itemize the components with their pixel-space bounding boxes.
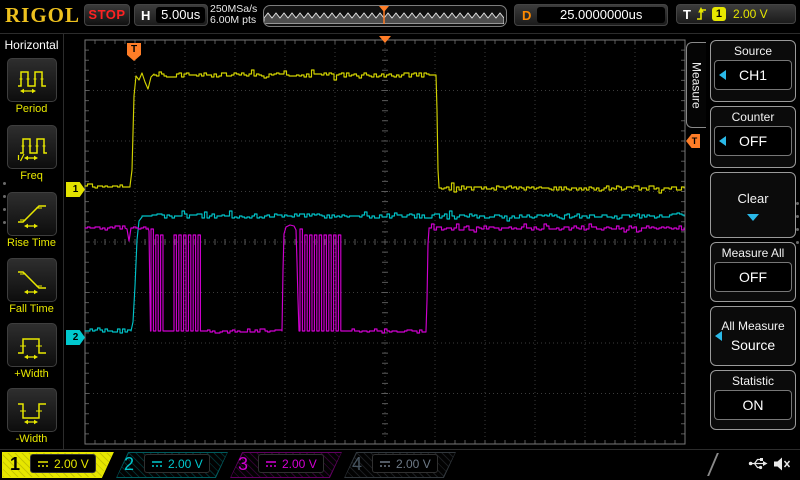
- channel-2-number: 2: [116, 452, 142, 478]
- source-value: CH1: [739, 67, 767, 83]
- dc-coupling-icon: [151, 459, 163, 469]
- expand-left-icon: [715, 331, 722, 341]
- channel-4-scale: 2.00 V: [372, 454, 438, 473]
- menu-page-dot: [796, 241, 799, 244]
- all-measure-source-button[interactable]: All Measure Source: [710, 306, 796, 366]
- speaker-muted-icon: [773, 456, 792, 472]
- expand-left-icon: [719, 136, 726, 146]
- clear-button[interactable]: Clear: [710, 172, 796, 238]
- menu-page-dot: [796, 215, 799, 218]
- dc-coupling-icon: [265, 459, 277, 469]
- channel-3-scale: 2.00 V: [258, 454, 324, 473]
- measure-tab[interactable]: Measure: [686, 42, 706, 128]
- usb-icon: [748, 456, 769, 471]
- channel-2-badge[interactable]: 2 2.00 V: [116, 452, 228, 478]
- channel-2-scale: 2.00 V: [144, 454, 210, 473]
- statistic-button[interactable]: Statistic ON: [710, 370, 796, 430]
- counter-value: OFF: [739, 133, 767, 149]
- oscilloscope-screen: RIGOL STOP H 5.00us 250MSa/s 6.00M pts D…: [0, 0, 800, 480]
- menu-page-dot: [796, 202, 799, 205]
- dc-coupling-icon: [379, 459, 391, 469]
- dc-coupling-icon: [37, 459, 49, 469]
- expand-left-icon: [719, 70, 726, 80]
- measure-all-button[interactable]: Measure All OFF: [710, 242, 796, 302]
- channel-3-badge[interactable]: 3 2.00 V: [230, 452, 342, 478]
- channel-4-badge[interactable]: 4 2.00 V: [344, 452, 456, 478]
- measure-menu: Measure Source CH1 Counter OFF Clear Mea…: [686, 30, 800, 450]
- horizontal-center-marker[interactable]: [379, 36, 391, 43]
- channel-status-bar: 1 2.00 V 2 2.00 V: [0, 450, 800, 480]
- channel-4-number: 4: [344, 452, 370, 478]
- expand-down-icon: [747, 214, 759, 221]
- status-divider: [707, 453, 719, 476]
- waveform-display: [0, 0, 800, 480]
- counter-button[interactable]: Counter OFF: [710, 106, 796, 168]
- channel-1-badge[interactable]: 1 2.00 V: [2, 452, 114, 478]
- channel-3-number: 3: [230, 452, 256, 478]
- statistic-value: ON: [743, 397, 764, 413]
- measure-all-value: OFF: [739, 269, 767, 285]
- source-button[interactable]: Source CH1: [710, 40, 796, 102]
- channel-1-scale: 2.00 V: [30, 454, 96, 473]
- menu-page-dot: [796, 228, 799, 231]
- channel-1-number: 1: [2, 452, 28, 478]
